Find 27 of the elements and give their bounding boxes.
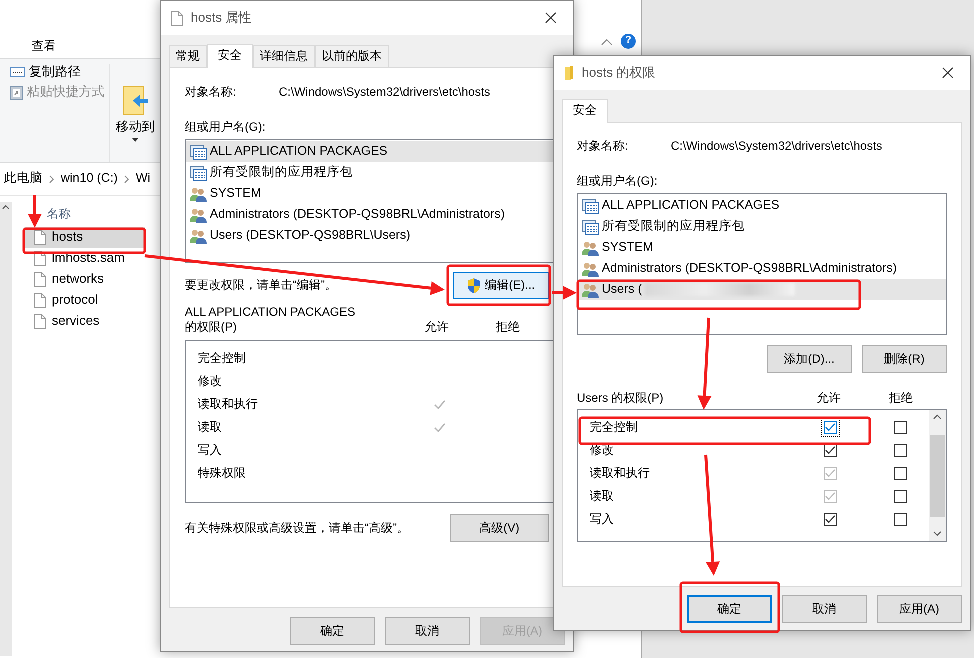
permission-name: 修改 [590,443,615,458]
permission-name: 读取 [198,420,223,435]
permission-name: 写入 [590,512,615,527]
permission-name: 特殊权限 [198,466,247,481]
window-title: hosts 的权限 [582,64,656,82]
field-label: 对象名称: [185,85,238,100]
permissions-for: ALL APPLICATION PACKAGES [185,305,357,320]
hint-text: 有关特殊权限或高级设置，请单击“高级”。 [185,520,410,536]
field-label: Users 的权限(P) [577,391,665,406]
column-header: 拒绝 [889,391,913,406]
permission-name: 读取和执行 [198,397,259,412]
window-title: hosts 属性 [191,10,252,26]
permission-name: 完全控制 [198,351,247,366]
field-label: 组或用户名(G): [185,120,267,135]
object-path: C:\Windows\System32\drivers\etc\hosts [671,139,882,154]
field-label: 组或用户名(G): [577,174,659,189]
column-header: 允许 [817,391,842,406]
permission-name: 读取 [590,489,615,504]
permission-name: 写入 [198,443,223,458]
object-path: C:\Windows\System32\drivers\etc\hosts [279,85,490,100]
permission-name: 完全控制 [590,420,639,435]
column-header: 拒绝 [496,320,520,335]
hint-text: 要更改权限，请单击“编辑”。 [185,278,338,293]
field-label: 的权限(P) [185,320,238,335]
column-header: 允许 [425,320,450,335]
permission-name: 修改 [198,374,223,389]
permission-name: 读取和执行 [590,466,651,481]
